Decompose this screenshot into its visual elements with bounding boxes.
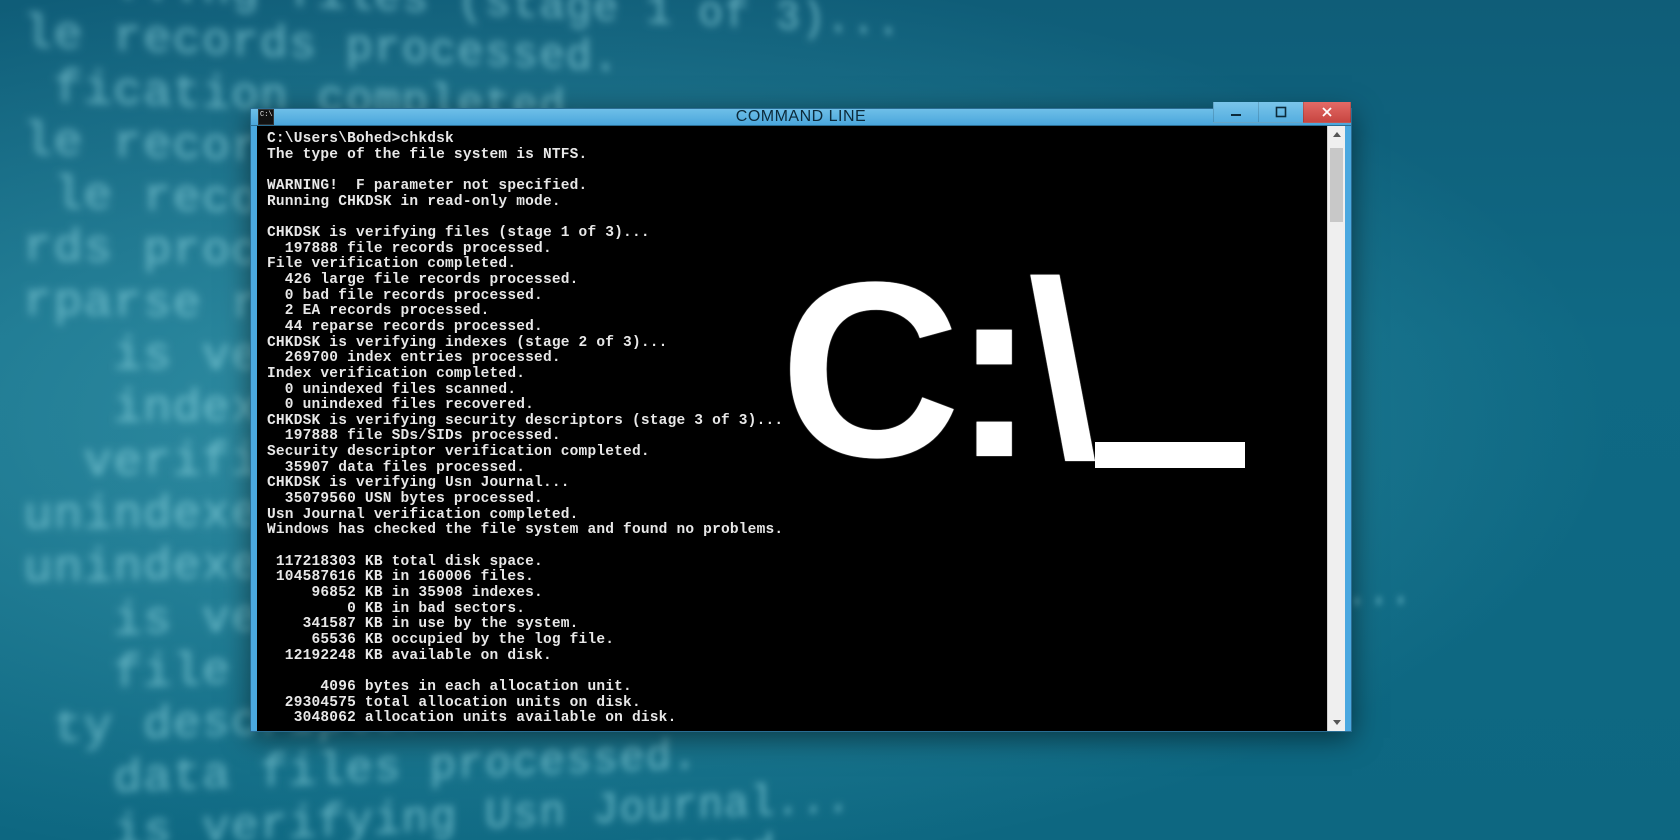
scroll-thumb[interactable] — [1330, 148, 1343, 222]
scroll-up-icon[interactable] — [1328, 126, 1345, 144]
window-title: COMMAND LINE — [251, 108, 1351, 126]
window-controls — [1214, 102, 1351, 123]
minimize-button[interactable] — [1213, 102, 1259, 123]
scroll-track[interactable] — [1328, 144, 1345, 713]
client-area: C:\Users\Bohed>chkdsk The type of the fi… — [257, 126, 1345, 731]
vertical-scrollbar[interactable] — [1327, 126, 1345, 731]
titlebar[interactable]: COMMAND LINE — [251, 109, 1351, 126]
cmd-icon — [258, 109, 274, 125]
scroll-down-icon[interactable] — [1328, 713, 1345, 731]
maximize-button[interactable] — [1258, 102, 1304, 123]
command-line-window: COMMAND LINE C:\Users\Bohed>chkdsk The t… — [250, 108, 1352, 732]
console-output[interactable]: C:\Users\Bohed>chkdsk The type of the fi… — [257, 126, 1327, 731]
close-button[interactable] — [1303, 102, 1351, 123]
